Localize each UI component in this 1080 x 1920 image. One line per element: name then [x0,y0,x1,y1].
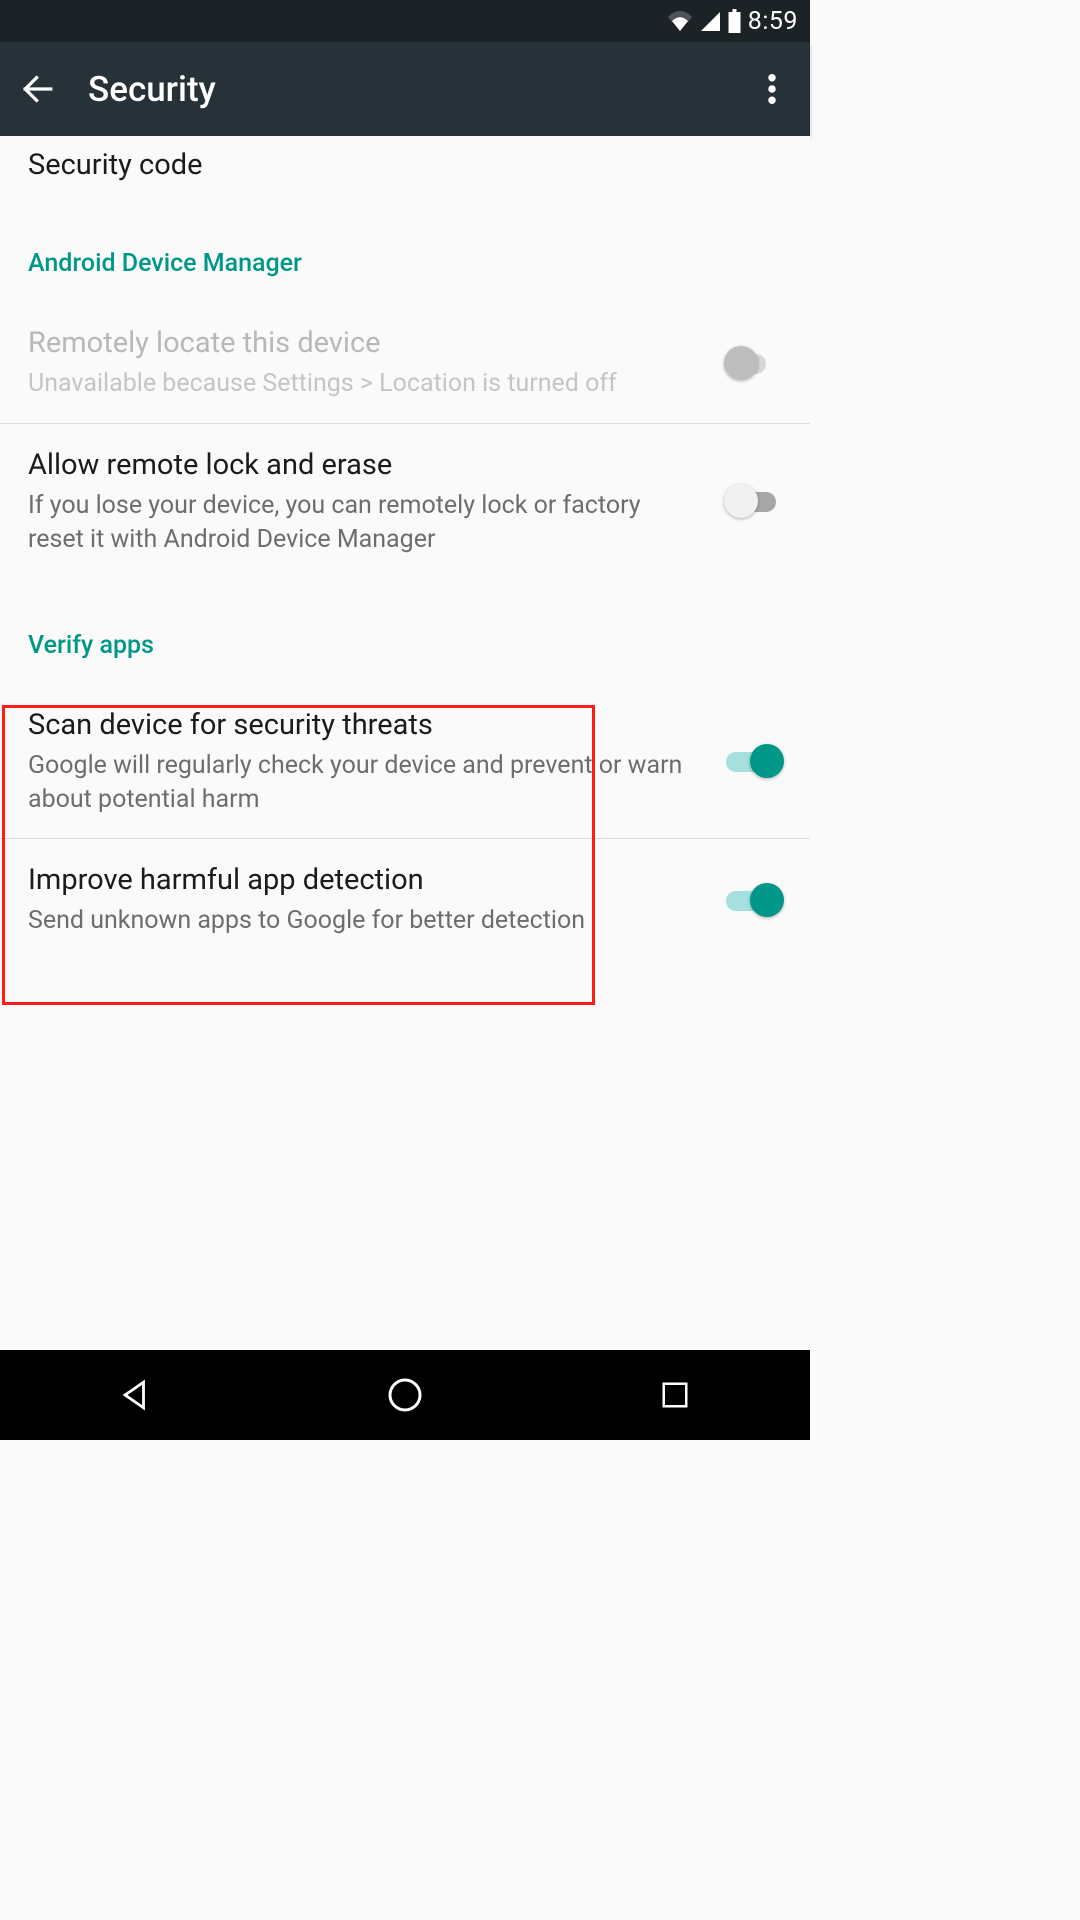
setting-summary: If you lose your device, you can remotel… [28,489,692,557]
setting-title: Improve harmful app detection [28,861,692,900]
wifi-icon [667,11,693,31]
toggle-improve-detection[interactable] [722,877,782,923]
toggle-remote-lock-erase[interactable] [722,478,782,524]
status-time: 8:59 [748,7,798,36]
setting-summary: Unavailable because Settings > Location … [28,367,692,401]
app-bar: Security [0,42,810,136]
setting-item-remote-lock-erase[interactable]: Allow remote lock and erase If you lose … [0,424,810,579]
setting-item-security-code[interactable]: Security code [0,136,810,209]
setting-title: Security code [28,146,782,185]
cell-signal-icon [699,11,721,31]
overflow-menu-button[interactable] [752,69,792,109]
setting-title: Scan device for security threats [28,706,692,745]
setting-item-improve-detection[interactable]: Improve harmful app detection Send unkno… [0,839,810,960]
status-bar: 8:59 [0,0,810,42]
toggle-scan-threats[interactable] [722,738,782,784]
setting-title: Remotely locate this device [28,324,692,363]
nav-home-button[interactable] [335,1365,475,1425]
setting-item-remotely-locate: Remotely locate this device Unavailable … [0,302,810,423]
category-android-device-manager: Android Device Manager [0,209,810,302]
navigation-bar [0,1350,810,1440]
settings-list: Security code Android Device Manager Rem… [0,136,810,1350]
page-title: Security [88,69,722,110]
toggle-remotely-locate [722,340,782,386]
setting-summary: Send unknown apps to Google for better d… [28,904,692,938]
nav-recent-button[interactable] [605,1365,745,1425]
nav-back-button[interactable] [65,1365,205,1425]
category-verify-apps: Verify apps [0,579,810,684]
setting-item-scan-threats[interactable]: Scan device for security threats Google … [0,684,810,839]
setting-summary: Google will regularly check your device … [28,749,692,817]
battery-icon [727,9,742,33]
back-button[interactable] [18,69,58,109]
setting-title: Allow remote lock and erase [28,446,692,485]
